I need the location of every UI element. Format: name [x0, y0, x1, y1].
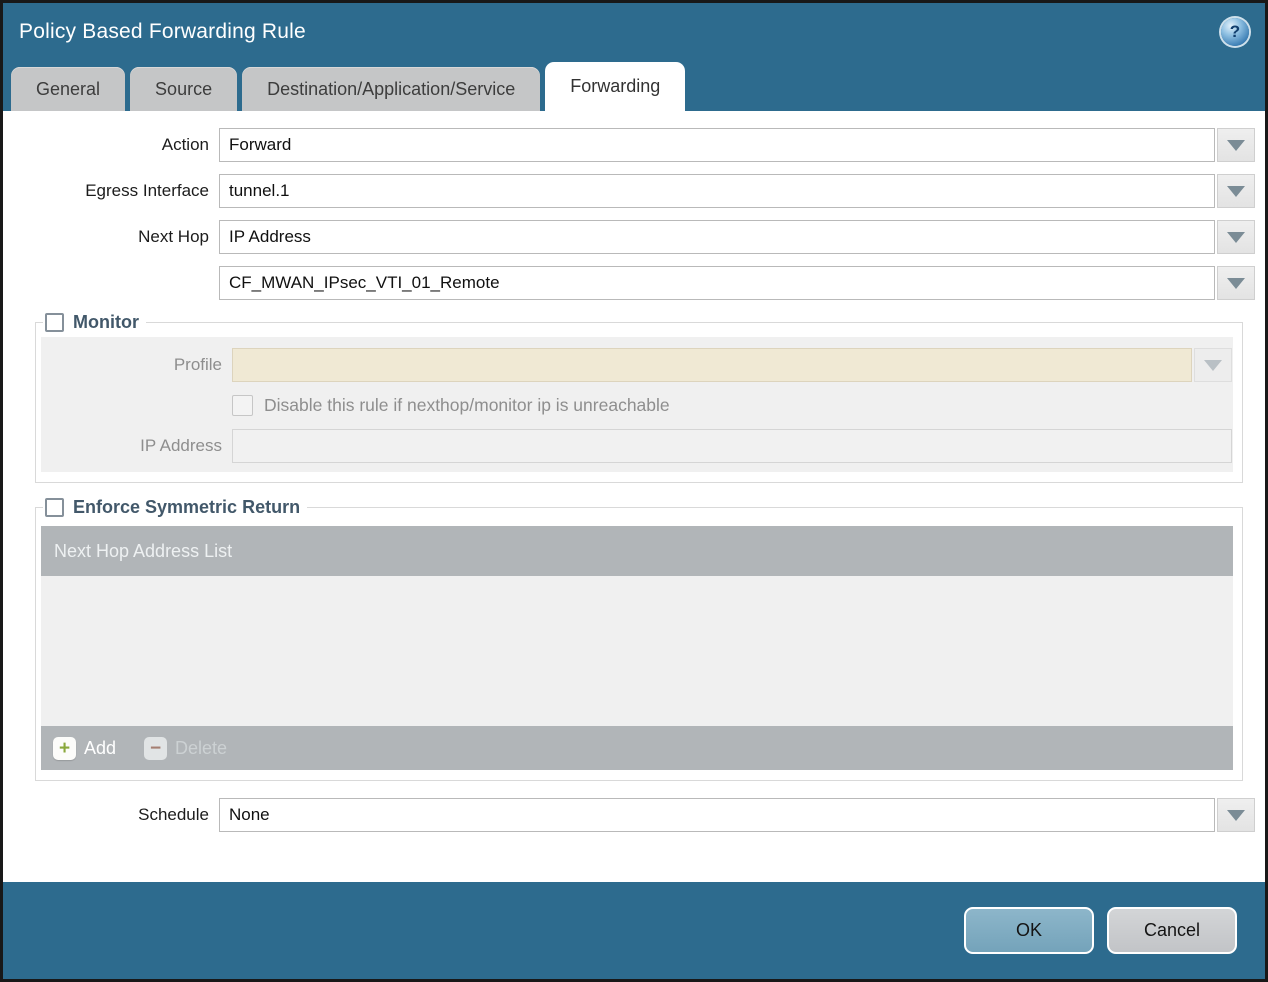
egress-interface-row: Egress Interface [13, 174, 1255, 208]
action-label: Action [161, 135, 209, 154]
next-hop-address-list-body[interactable] [41, 576, 1233, 726]
tab-forwarding[interactable]: Forwarding [545, 62, 686, 111]
profile-dropdown-button [1194, 348, 1232, 382]
chevron-down-icon [1227, 185, 1245, 197]
policy-based-forwarding-dialog: Policy Based Forwarding Rule ? General S… [0, 0, 1268, 982]
action-row: Action [13, 128, 1255, 162]
monitor-group: Monitor Profile Disable this rule if nex… [35, 312, 1243, 483]
monitor-ip-address-input [232, 429, 1232, 463]
next-hop-address-dropdown-button[interactable] [1217, 266, 1255, 300]
monitor-ip-address-label: IP Address [140, 436, 222, 455]
cancel-button[interactable]: Cancel [1107, 907, 1237, 954]
schedule-input[interactable] [219, 798, 1215, 832]
profile-row: Profile [42, 348, 1232, 382]
forwarding-tab-panel: Action Egress Interface Next Hop [3, 111, 1265, 882]
ok-button[interactable]: OK [964, 907, 1094, 954]
disable-rule-row: Disable this rule if nexthop/monitor ip … [232, 395, 1232, 416]
next-hop-address-list-table: Next Hop Address List + Add − Delete [41, 526, 1233, 770]
profile-label: Profile [173, 355, 222, 374]
next-hop-dropdown-button[interactable] [1217, 220, 1255, 254]
schedule-label: Schedule [138, 805, 209, 824]
tab-destination-application-service[interactable]: Destination/Application/Service [242, 67, 541, 111]
dialog-title: Policy Based Forwarding Rule [19, 20, 306, 43]
help-icon[interactable]: ? [1221, 18, 1249, 46]
chevron-down-icon [1204, 359, 1222, 371]
add-button[interactable]: + Add [53, 736, 117, 760]
enforce-symmetric-return-checkbox[interactable] [45, 498, 64, 517]
add-icon: + [53, 736, 76, 760]
monitor-group-label: Monitor [73, 312, 139, 332]
monitor-checkbox[interactable] [45, 313, 64, 332]
add-button-label: Add [84, 737, 117, 758]
delete-button-label: Delete [175, 737, 228, 758]
chevron-down-icon [1227, 139, 1245, 151]
dialog-footer: OK Cancel [3, 882, 1265, 979]
delete-button: − Delete [144, 736, 228, 760]
action-dropdown-button[interactable] [1217, 128, 1255, 162]
next-hop-address-list-header: Next Hop Address List [41, 526, 1233, 576]
monitor-group-body: Profile Disable this rule if nexthop/mon… [41, 337, 1233, 472]
schedule-dropdown-button[interactable] [1217, 798, 1255, 832]
monitor-ip-address-row: IP Address [42, 429, 1232, 463]
next-hop-address-input[interactable] [219, 266, 1215, 300]
chevron-down-icon [1227, 277, 1245, 289]
egress-interface-dropdown-button[interactable] [1217, 174, 1255, 208]
next-hop-row: Next Hop [13, 220, 1255, 254]
enforce-symmetric-return-label: Enforce Symmetric Return [73, 497, 301, 517]
chevron-down-icon [1227, 809, 1245, 821]
tab-strip: General Source Destination/Application/S… [3, 61, 1265, 111]
egress-interface-label: Egress Interface [85, 181, 209, 200]
enforce-symmetric-return-group: Enforce Symmetric Return Next Hop Addres… [35, 497, 1243, 781]
profile-input [232, 348, 1192, 382]
tab-general[interactable]: General [11, 67, 126, 111]
chevron-down-icon [1227, 231, 1245, 243]
disable-rule-label: Disable this rule if nexthop/monitor ip … [264, 395, 670, 415]
titlebar: Policy Based Forwarding Rule ? [3, 3, 1265, 61]
schedule-row: Schedule [13, 798, 1255, 832]
egress-interface-input[interactable] [219, 174, 1215, 208]
action-input[interactable] [219, 128, 1215, 162]
next-hop-label: Next Hop [138, 227, 209, 246]
next-hop-address-list-toolbar: + Add − Delete [41, 726, 1233, 770]
delete-icon: − [144, 736, 168, 760]
next-hop-type-input[interactable] [219, 220, 1215, 254]
disable-rule-checkbox [232, 395, 253, 416]
tab-source[interactable]: Source [130, 67, 238, 111]
next-hop-address-row [13, 266, 1255, 300]
